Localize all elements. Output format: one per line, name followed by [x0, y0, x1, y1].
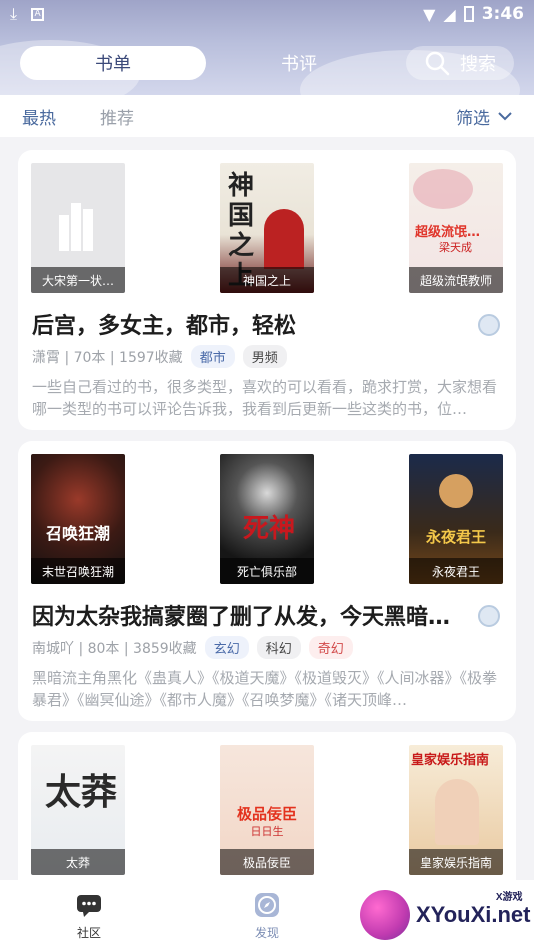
- cover-figure: [435, 779, 479, 845]
- wifi-icon: ▼: [423, 4, 436, 24]
- sort-hot[interactable]: 最热: [22, 104, 56, 129]
- tab-review[interactable]: 书评: [206, 46, 392, 80]
- book-title: 极品佞臣: [220, 849, 314, 875]
- tag: 科幻: [256, 636, 301, 659]
- signal-icon: ◢: [443, 4, 456, 24]
- meta-info: 南城吖 | 80本 | 3859收藏: [32, 640, 197, 657]
- book-cover[interactable]: 召唤狂潮 末世召唤狂潮: [31, 454, 125, 584]
- book-cover[interactable]: 皇家娱乐指南 皇家娱乐指南: [409, 745, 503, 875]
- cover-art-author: 梁天成: [439, 241, 472, 254]
- tag: 都市: [190, 345, 235, 368]
- book-cover[interactable]: 大宋第一状…: [31, 163, 125, 293]
- book-cover[interactable]: 极品佞臣 日日生 极品佞臣: [220, 745, 314, 875]
- booklist-title: 因为太杂我搞蒙圈了删了从发，今天黑暗…: [32, 605, 451, 630]
- tab-booklist[interactable]: 书单: [20, 46, 206, 80]
- booklist-meta: 南城吖 | 80本 | 3859收藏 玄幻 科幻 奇幻: [32, 636, 353, 659]
- tag: 男频: [242, 345, 287, 368]
- filter-label: 筛选: [456, 108, 490, 129]
- booklist-description: 一些自己看过的书，很多类型，喜欢的可以看看，跪求打赏，大家想看哪一类型的书可以评…: [32, 378, 498, 418]
- cover-art-title: 太莽: [45, 771, 118, 813]
- book-title: 皇家娱乐指南: [409, 849, 503, 875]
- watermark-small: X游戏: [495, 892, 523, 903]
- cover-art-title: 皇家娱乐指南: [411, 753, 490, 768]
- search-label: 搜索: [460, 54, 496, 75]
- watermark-site: XYouXi.net: [416, 902, 531, 927]
- tag: 奇幻: [308, 636, 353, 659]
- battery-icon: [463, 6, 474, 22]
- top-tabs: 书单 书评 搜索: [20, 44, 514, 82]
- cover-blossom: [413, 169, 473, 209]
- watermark-text: X游戏 XYouXi.net: [416, 892, 531, 928]
- booklist-title: 后宫，多女主，都市，轻松: [32, 314, 297, 339]
- nav-community-label: 社区: [76, 925, 101, 940]
- search-button[interactable]: 搜索: [406, 46, 514, 80]
- cover-art-author: 日日生: [250, 825, 284, 838]
- cover-art-title: 极品佞臣: [236, 805, 297, 823]
- cover-art-title: 死神: [242, 514, 295, 544]
- cover-figure: [439, 474, 473, 508]
- status-time: 3:46: [481, 4, 524, 24]
- booklist-meta: 潇霄 | 70本 | 1597收藏 都市 男频: [32, 345, 287, 368]
- book-cover[interactable]: 永夜君王 永夜君王: [409, 454, 503, 584]
- sort-recommend[interactable]: 推荐: [100, 104, 134, 129]
- compass-icon: [255, 892, 279, 917]
- filter-row: 最热 推荐 筛选: [0, 95, 534, 137]
- book-cover[interactable]: 死神 死亡俱乐部: [220, 454, 314, 584]
- book-title: 末世召唤狂潮: [31, 558, 125, 584]
- book-title: 太莽: [31, 849, 125, 875]
- chat-bubble-icon: [77, 894, 101, 917]
- cover-row: 大宋第一状… 神国之上 神国之上 超级流氓… 梁天成 超级流氓教师: [31, 163, 503, 293]
- booklist-card[interactable]: 大宋第一状… 神国之上 神国之上 超级流氓… 梁天成 超级流氓教师 后宫，多女主…: [18, 150, 516, 430]
- booklist-card[interactable]: 召唤狂潮 末世召唤狂潮 死神 死亡俱乐部 永夜君王 永夜君王 因为太杂我搞蒙圈了…: [18, 441, 516, 721]
- level-badge-icon: [478, 314, 500, 336]
- nav-community[interactable]: 社区: [0, 890, 178, 941]
- cover-row: 召唤狂潮 末世召唤狂潮 死神 死亡俱乐部 永夜君王 永夜君王: [31, 454, 503, 584]
- status-bar: ⤓ A ▼ ◢ 3:46: [0, 0, 534, 28]
- book-placeholder-icon: [59, 203, 93, 251]
- cover-row: 太莽 太莽 极品佞臣 日日生 极品佞臣 皇家娱乐指南 皇家娱乐指南: [31, 745, 503, 875]
- tag: 玄幻: [204, 636, 249, 659]
- booklist-description: 黑暗流主角黑化《蛊真人》《极道天魔》《极道毁灭》《人间冰器》《极拳暴君》《幽冥仙…: [32, 669, 498, 709]
- level-badge-icon: [478, 605, 500, 627]
- book-title: 超级流氓教师: [409, 267, 503, 293]
- meta-info: 潇霄 | 70本 | 1597收藏: [32, 349, 183, 366]
- search-icon: [425, 51, 450, 76]
- book-title: 神国之上: [220, 267, 314, 293]
- watermark-logo-icon: [360, 890, 410, 940]
- download-icon: ⤓: [10, 4, 18, 23]
- cover-art-title: 超级流氓…: [415, 225, 481, 240]
- notification-icon: A: [31, 7, 45, 21]
- cover-art-title: 召唤狂潮: [45, 524, 110, 543]
- chevron-down-icon: [498, 112, 512, 121]
- nav-discover[interactable]: 发现: [178, 890, 356, 941]
- nav-discover-label: 发现: [254, 925, 279, 940]
- filter-button[interactable]: 筛选: [456, 104, 512, 129]
- cover-art-title: 永夜君王: [425, 528, 486, 546]
- book-title: 大宋第一状…: [31, 267, 125, 293]
- cover-figure: [264, 209, 304, 269]
- book-cover[interactable]: 神国之上 神国之上: [220, 163, 314, 293]
- book-title: 死亡俱乐部: [220, 558, 314, 584]
- book-cover[interactable]: 太莽 太莽: [31, 745, 125, 875]
- watermark: X游戏 XYouXi.net: [360, 884, 534, 946]
- book-cover[interactable]: 超级流氓… 梁天成 超级流氓教师: [409, 163, 503, 293]
- book-title: 永夜君王: [409, 558, 503, 584]
- header: ⤓ A ▼ ◢ 3:46 书单 书评 搜索: [0, 0, 534, 95]
